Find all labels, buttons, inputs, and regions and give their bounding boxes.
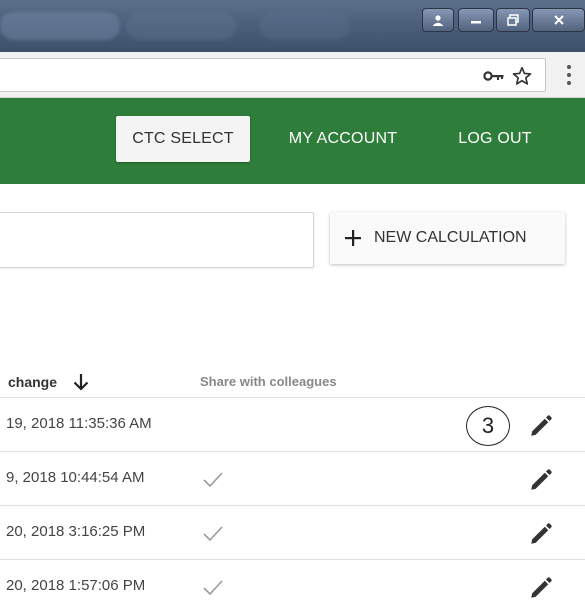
table-header: change Share with colleagues [0,362,585,398]
column-header-label: change [8,374,58,390]
plus-icon [345,230,361,246]
person-icon [432,15,444,26]
kebab-menu-icon[interactable] [566,64,572,86]
new-calculation-label: NEW CALCULATION [374,229,527,246]
restore-icon [507,14,519,26]
pencil-icon[interactable] [528,521,554,547]
callout-marker: 3 [466,406,510,446]
pencil-icon[interactable] [528,575,554,601]
table-row[interactable]: 9, 2018 10:44:54 AM [0,452,585,506]
last-change-cell: 20, 2018 3:16:25 PM [6,523,146,540]
ctc-select-button[interactable]: CTC SELECT [116,116,250,162]
table-row[interactable]: 20, 2018 3:16:25 PM [0,506,585,560]
arrow-down-icon[interactable] [71,372,91,392]
search-input[interactable] [0,212,314,268]
last-change-cell: 9, 2018 10:44:54 AM [6,469,145,486]
address-bar[interactable] [0,58,546,92]
table-row[interactable]: 20, 2018 1:57:06 PM [0,560,585,607]
key-icon[interactable] [483,69,505,83]
browser-tab[interactable] [260,12,350,40]
restore-button[interactable] [496,8,530,32]
pencil-icon[interactable] [528,467,554,493]
browser-tab[interactable] [0,12,120,40]
window-titlebar [0,0,585,52]
check-icon [203,472,223,488]
last-change-cell: 20, 2018 1:57:06 PM [6,577,146,594]
pencil-icon[interactable] [528,413,554,439]
check-icon [203,526,223,542]
new-calculation-button[interactable]: NEW CALCULATION [330,212,565,264]
app-header: CTC SELECT MY ACCOUNT LOG OUT [0,98,585,184]
my-account-link[interactable]: MY ACCOUNT [268,116,418,162]
browser-tab[interactable] [126,12,236,40]
close-window-button[interactable] [532,8,585,32]
browser-toolbar [0,52,585,98]
minimize-button[interactable] [458,8,494,32]
star-icon[interactable] [511,65,533,87]
column-header-share: Share with colleagues [200,374,337,389]
minimize-icon [471,21,481,24]
close-icon [553,15,564,25]
profile-button[interactable] [422,8,454,32]
last-change-cell: 19, 2018 11:35:36 AM [6,415,152,432]
check-icon [203,580,223,596]
log-out-link[interactable]: LOG OUT [440,116,550,162]
column-header-last-change[interactable]: change [8,372,91,392]
